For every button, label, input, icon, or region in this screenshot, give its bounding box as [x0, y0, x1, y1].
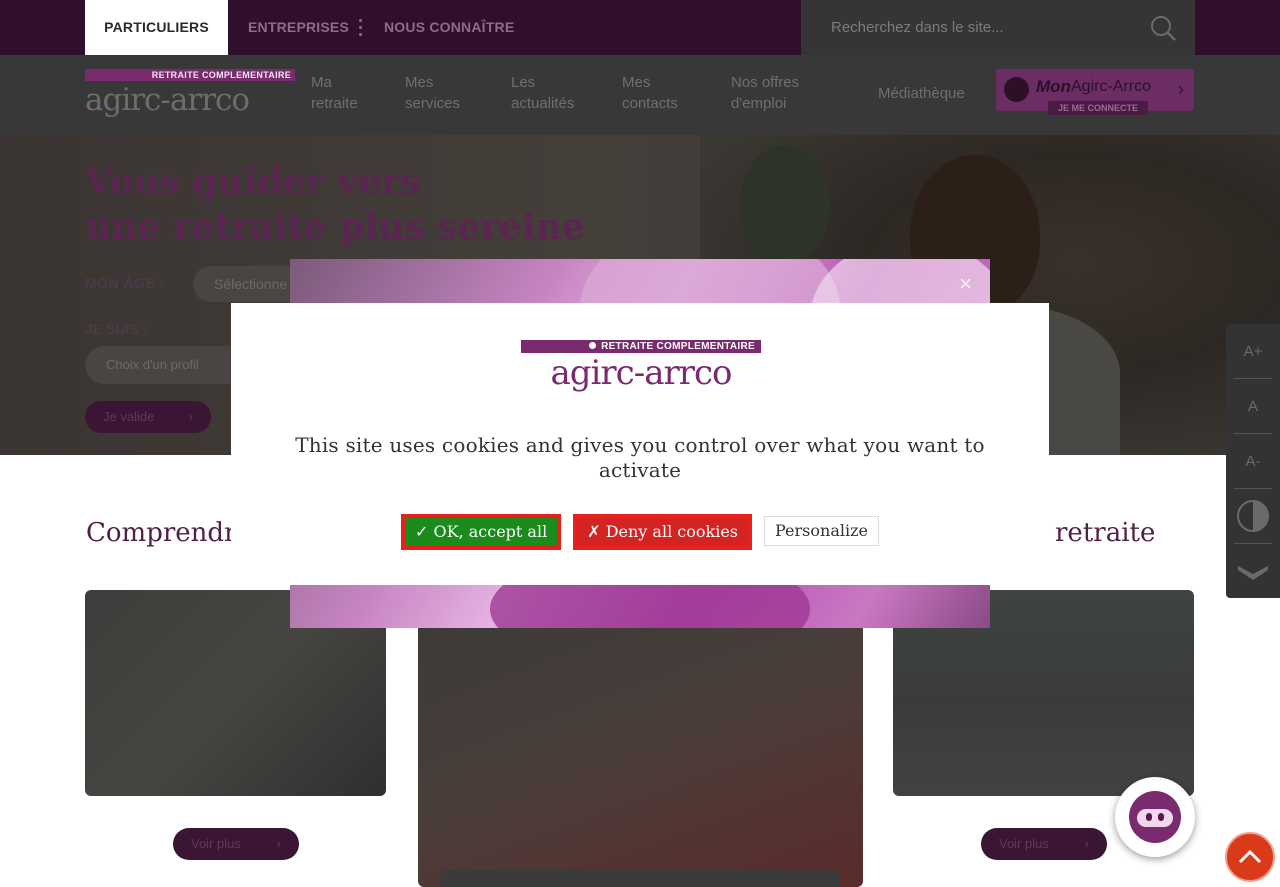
separator-dots-icon	[359, 19, 363, 37]
book-icon	[1238, 566, 1268, 580]
accept-all-cookies-button[interactable]: ✓ OK, accept all	[401, 514, 562, 550]
cookie-logo: RETRAITE COMPLEMENTAIRE agirc-arrco	[521, 340, 761, 397]
robot-eye	[1158, 813, 1164, 821]
reading-mode-button[interactable]	[1226, 544, 1280, 599]
contrast-button[interactable]	[1226, 489, 1280, 544]
chevron-up-icon	[1238, 849, 1262, 864]
card-caption	[440, 870, 840, 887]
see-more-label: Voir plus	[191, 836, 241, 851]
personalize-cookies-button[interactable]: Personalize	[764, 516, 879, 546]
tab-nous-connaitre[interactable]: NOUS CONNAÎTRE	[384, 0, 514, 55]
nav-mediatheque[interactable]: Médiathèque	[878, 83, 965, 104]
font-decrease-button[interactable]: A-	[1226, 434, 1280, 489]
account-label: Agirc-Arrco	[1071, 78, 1152, 95]
account-label-italic: Mon	[1036, 77, 1071, 96]
logo-band: RETRAITE COMPLEMENTAIRE	[521, 340, 761, 353]
user-icon	[1004, 77, 1029, 102]
close-icon[interactable]: ×	[959, 273, 972, 295]
font-reset-button[interactable]: A	[1226, 379, 1280, 434]
tab-particuliers[interactable]: PARTICULIERS	[85, 0, 228, 55]
section-title-right: retraite	[1055, 518, 1156, 548]
font-increase-button[interactable]: A+	[1226, 324, 1280, 379]
account-login-sub: JE ME CONNECTE	[1048, 101, 1148, 115]
chevron-right-icon: ›	[1084, 836, 1089, 851]
cookie-consent-dialog: RETRAITE COMPLEMENTAIRE agirc-arrco This…	[231, 303, 1049, 585]
see-more-label: Voir plus	[999, 836, 1049, 851]
logo-band: RETRAITE COMPLEMENTAIRE	[85, 69, 295, 81]
main-navigation: RETRAITE COMPLEMENTAIRE agirc-arrco Ma re…	[0, 55, 1280, 135]
plant-shape	[740, 145, 830, 265]
cookie-message: This site uses cookies and gives you con…	[295, 433, 985, 482]
logo-wordmark: agirc-arrco	[85, 82, 250, 118]
search-input[interactable]	[831, 12, 1131, 42]
robot-icon	[1129, 791, 1181, 843]
site-logo[interactable]: RETRAITE COMPLEMENTAIRE agirc-arrco	[85, 69, 295, 121]
scroll-to-top-button[interactable]	[1225, 832, 1275, 882]
my-account-button[interactable]: Mon Agirc-Arrco › JE ME CONNECTE	[996, 69, 1194, 115]
logo-wordmark: agirc-arrco	[550, 353, 733, 393]
top-bar: PARTICULIERS ENTREPRISES NOUS CONNAÎTRE	[0, 0, 1280, 55]
nav-les-actualites[interactable]: Les actualités	[511, 72, 574, 114]
chevron-right-icon: ›	[188, 409, 193, 424]
validate-label: Je valide	[103, 409, 155, 424]
profile-label: JE SUIS :	[85, 321, 148, 337]
age-label: MON ÂGE :	[85, 275, 165, 291]
contrast-icon	[1237, 500, 1269, 532]
cookie-buttons: ✓ OK, accept all ✗ Deny all cookies Pers…	[231, 514, 1049, 550]
robot-eye	[1146, 813, 1152, 821]
nav-mes-services[interactable]: Mes services	[405, 72, 460, 114]
robot-visor	[1137, 809, 1173, 827]
section-title-left: Comprendre	[86, 518, 252, 548]
accessibility-toolbar: A+ A A-	[1226, 324, 1280, 598]
nav-mes-contacts[interactable]: Mes contacts	[622, 72, 678, 114]
validate-button[interactable]: Je valide ›	[85, 401, 211, 433]
nav-ma-retraite[interactable]: Ma retraite	[311, 72, 358, 114]
chevron-right-icon: ›	[1178, 79, 1184, 99]
chatbot-button[interactable]	[1115, 777, 1195, 857]
card-see-more-button[interactable]: Voir plus ›	[173, 828, 299, 860]
search-bar	[801, 0, 1195, 55]
deny-all-cookies-button[interactable]: ✗ Deny all cookies	[573, 514, 752, 550]
hero-title: Vous guider vers une retraite plus serein…	[85, 161, 585, 248]
chevron-right-icon: ›	[276, 836, 281, 851]
search-icon[interactable]	[1149, 14, 1177, 42]
card-image-tablet[interactable]	[418, 590, 863, 887]
nav-offres-emploi[interactable]: Nos offres d'emploi	[731, 72, 799, 114]
card-see-more-button[interactable]: Voir plus ›	[981, 828, 1107, 860]
tab-entreprises[interactable]: ENTREPRISES	[248, 0, 349, 55]
